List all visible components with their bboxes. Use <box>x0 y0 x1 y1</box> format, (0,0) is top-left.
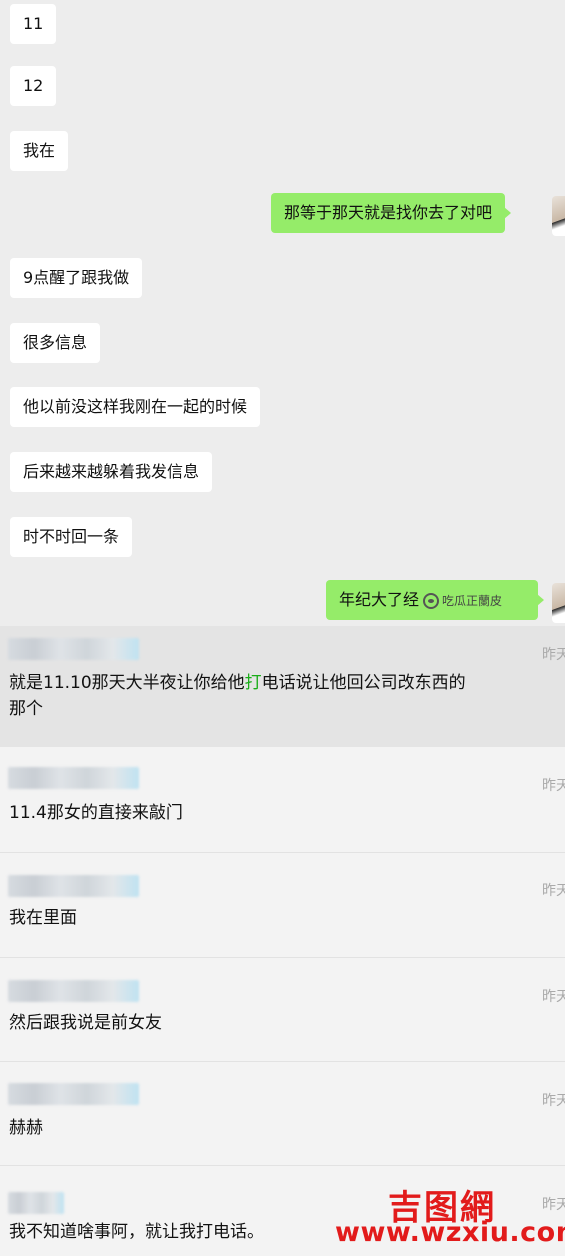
comment-text: 我不知道啥事阿，就让我打电话。 <box>9 1222 264 1242</box>
message-bubble-left[interactable]: 12 <box>10 66 57 106</box>
wechat-watermark: 吃瓜正蘭皮 <box>423 592 502 609</box>
avatar[interactable] <box>552 196 565 236</box>
site-url: www.wzxiu.com <box>335 1217 565 1248</box>
blurred-username <box>8 638 139 660</box>
wechat-icon <box>423 592 439 609</box>
comment-text: 就是11.10那天大半夜让你给他打电话说让他回公司改东西的那个 <box>9 673 466 719</box>
message-bubble-left[interactable]: 后来越来越躲着我发信息 <box>10 452 213 492</box>
message-bubble-left[interactable]: 11 <box>10 4 57 44</box>
message-bubble-left[interactable]: 时不时回一条 <box>10 517 133 557</box>
blurred-username <box>8 980 139 1002</box>
comment-item[interactable]: 昨天 然后跟我说是前女友 <box>0 958 565 1062</box>
comment-text: 赫赫 <box>9 1118 43 1138</box>
highlighted-word: 打 <box>244 673 262 693</box>
comment-item[interactable]: 昨天 就是11.10那天大半夜让你给他打电话说让他回公司改东西的那个 <box>0 626 565 747</box>
comment-text: 我在里面 <box>9 908 77 928</box>
blurred-username <box>8 1192 64 1214</box>
blurred-username <box>8 767 139 789</box>
blurred-username <box>8 1083 139 1105</box>
watermark-text: 吃瓜正蘭皮 <box>442 594 503 608</box>
comment-time: 昨天 <box>542 647 565 663</box>
comment-text: 然后跟我说是前女友 <box>9 1013 162 1033</box>
message-bubble-left[interactable]: 他以前没这样我刚在一起的时候 <box>10 387 261 427</box>
comment-text: 11.4那女的直接来敲门 <box>9 803 183 823</box>
comment-item[interactable]: 昨天 11.4那女的直接来敲门 <box>0 747 565 853</box>
avatar[interactable] <box>552 583 565 623</box>
comment-time: 昨天 <box>542 1197 565 1213</box>
comment-time: 昨天 <box>542 1093 565 1109</box>
comment-time: 昨天 <box>542 883 565 899</box>
blurred-username <box>8 875 139 897</box>
message-bubble-left[interactable]: 9点醒了跟我做 <box>10 258 143 298</box>
comment-item[interactable]: 昨天 我在里面 <box>0 853 565 958</box>
chat-screenshot: 11 12 我在 那等于那天就是找你去了对吧 9点醒了跟我做 很多信息 他以前没… <box>0 0 565 626</box>
comment-time: 昨天 <box>542 778 565 794</box>
message-bubble-left[interactable]: 我在 <box>10 131 69 171</box>
message-bubble-left[interactable]: 很多信息 <box>10 323 101 363</box>
comment-time: 昨天 <box>542 989 565 1005</box>
message-bubble-right[interactable]: 那等于那天就是找你去了对吧 <box>271 193 512 233</box>
comments-screenshot: 昨天 就是11.10那天大半夜让你给他打电话说让他回公司改东西的那个 昨天 11… <box>0 626 565 1256</box>
comment-item[interactable]: 昨天 赫赫 <box>0 1062 565 1166</box>
